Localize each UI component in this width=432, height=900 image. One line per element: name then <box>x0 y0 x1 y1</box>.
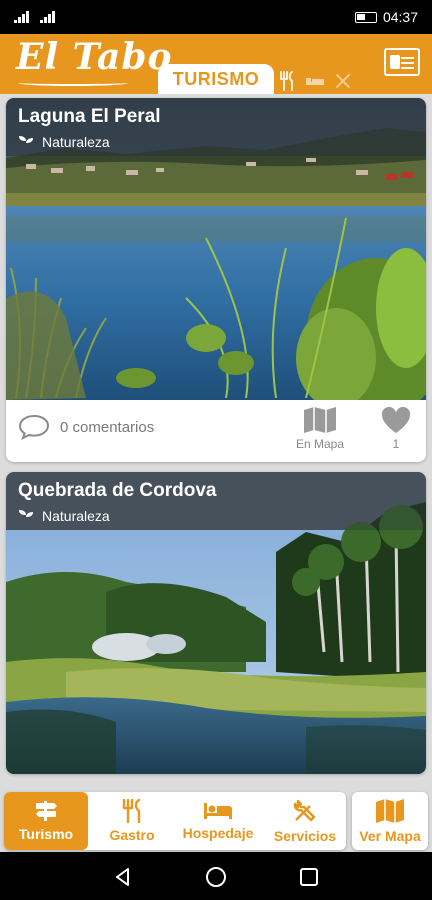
battery-icon <box>354 11 377 23</box>
comment-bubble-icon <box>18 414 50 440</box>
poi-list[interactable]: Laguna El Peral Naturaleza 0 comentarios… <box>0 94 432 794</box>
poi-photo[interactable]: Quebrada de Cordova Naturaleza <box>6 472 426 774</box>
nav-label: Servicios <box>273 828 337 844</box>
map-icon <box>304 407 336 433</box>
tools-icon <box>293 799 316 822</box>
poi-photo[interactable]: Laguna El Peral Naturaleza <box>6 98 426 400</box>
signal-icon <box>40 11 58 23</box>
ver-mapa-button[interactable]: Ver Mapa <box>352 792 428 850</box>
bottom-nav: Turismo Gastro Hospedaje Servicios Ver M… <box>0 788 432 852</box>
ver-mapa-label: Ver Mapa <box>359 828 421 844</box>
poi-overlay: Quebrada de Cordova Naturaleza <box>6 472 426 530</box>
back-icon[interactable] <box>112 866 134 888</box>
comments-count: 0 comentarios <box>60 418 155 436</box>
sprout-icon <box>19 510 33 523</box>
poi-category: Naturaleza <box>18 134 414 150</box>
restaurant-icon <box>122 799 141 823</box>
nav-label: Hospedaje <box>182 825 254 841</box>
poi-card[interactable]: Laguna El Peral Naturaleza 0 comentarios… <box>6 98 426 462</box>
nav-label: Gastro <box>109 827 155 843</box>
like-count: 1 <box>392 437 400 451</box>
bed-icon[interactable] <box>302 70 328 92</box>
bottom-nav-tabs: Turismo Gastro Hospedaje Servicios <box>4 792 346 850</box>
poi-title: Laguna El Peral <box>18 106 161 127</box>
app-header: El Tabo TURISMO <box>0 34 432 94</box>
sprout-icon <box>19 136 33 149</box>
comments-button[interactable]: 0 comentarios <box>18 414 154 440</box>
poi-overlay: Laguna El Peral Naturaleza <box>6 98 426 156</box>
tools-icon[interactable] <box>330 70 356 92</box>
app-screen: 04:37 El Tabo TURISMO Laguna El Peral Na… <box>0 0 432 900</box>
nav-hospedaje[interactable]: Hospedaje <box>176 792 260 850</box>
poi-card[interactable]: Quebrada de Cordova Naturaleza <box>6 472 426 774</box>
en-mapa-label: En Mapa <box>295 437 345 451</box>
like-button[interactable]: 1 <box>372 406 420 451</box>
poi-category-label: Naturaleza <box>42 508 110 524</box>
poi-category-label: Naturaleza <box>42 134 110 150</box>
home-icon[interactable] <box>205 866 227 888</box>
logo-swoosh <box>18 80 128 86</box>
id-card-icon[interactable] <box>384 48 420 76</box>
heart-icon <box>381 406 411 433</box>
status-bar: 04:37 <box>0 0 432 34</box>
nav-label: Turismo <box>18 826 74 842</box>
nav-servicios[interactable]: Servicios <box>264 792 346 850</box>
signpost-icon <box>36 801 57 821</box>
recents-icon[interactable] <box>298 866 320 888</box>
en-mapa-button[interactable]: En Mapa <box>290 406 350 451</box>
poi-title: Quebrada de Cordova <box>18 480 217 501</box>
app-logo: El Tabo <box>16 36 173 78</box>
poi-category: Naturaleza <box>18 508 414 524</box>
status-time: 04:37 <box>382 9 418 25</box>
bed-icon <box>204 803 232 819</box>
poi-actions: 0 comentarios En Mapa 1 <box>6 400 426 462</box>
restaurant-icon[interactable] <box>274 70 300 92</box>
nav-turismo[interactable]: Turismo <box>4 792 88 850</box>
map-icon <box>376 799 404 823</box>
tab-turismo[interactable]: TURISMO <box>158 64 274 94</box>
signal-icon <box>14 11 32 23</box>
nav-gastro[interactable]: Gastro <box>92 792 172 850</box>
system-nav-bar <box>0 852 432 900</box>
